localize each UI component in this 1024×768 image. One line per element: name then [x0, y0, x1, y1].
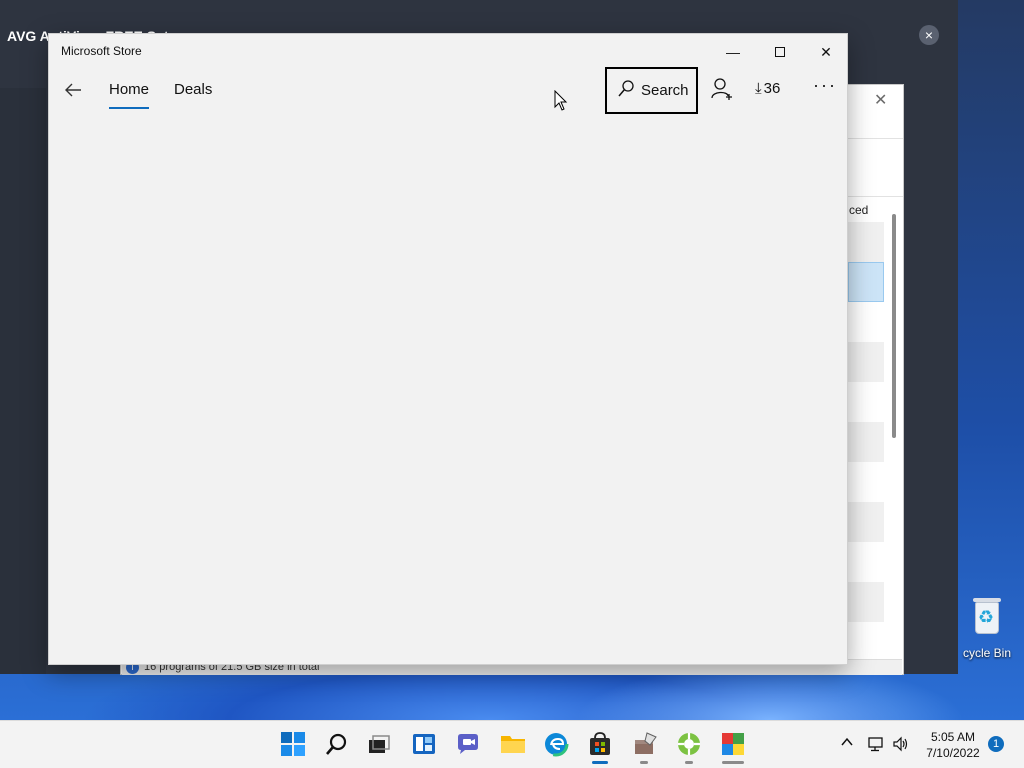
- programs-close-button[interactable]: ✕: [874, 90, 888, 109]
- recycle-bin-shortcut[interactable]: ♻ cycle Bin: [952, 594, 1022, 660]
- search-icon: [326, 733, 347, 755]
- chat-icon: [458, 734, 478, 754]
- file-explorer-button[interactable]: [499, 731, 527, 759]
- list-item[interactable]: [848, 302, 884, 342]
- downloads-button[interactable]: ⤓ 36: [755, 80, 780, 97]
- microsoft-store-window[interactable]: Microsoft Store — ✕ Home Deals Search ⤓ 3…: [48, 33, 848, 665]
- arrow-left-icon: [65, 83, 81, 97]
- scrollbar-thumb[interactable]: [892, 214, 896, 438]
- recycle-bin-label: cycle Bin: [962, 646, 1012, 660]
- task-view-icon: [369, 735, 390, 753]
- search-label: Search: [641, 82, 689, 99]
- column-header-fragment[interactable]: ced: [849, 203, 868, 217]
- chat-button[interactable]: [455, 731, 483, 759]
- close-button[interactable]: ✕: [803, 38, 849, 66]
- widgets-button[interactable]: [411, 731, 439, 759]
- list-item[interactable]: [848, 342, 884, 382]
- widgets-icon: [413, 734, 435, 754]
- list-item[interactable]: [848, 382, 884, 422]
- list-item[interactable]: [848, 542, 884, 582]
- tab-deals[interactable]: Deals: [174, 81, 212, 98]
- active-app-indicator: [592, 761, 608, 764]
- search-icon: [618, 80, 634, 97]
- show-hidden-icons-button[interactable]: [840, 735, 854, 752]
- running-app-indicator: [640, 761, 648, 764]
- avg-side-panel: [0, 88, 46, 674]
- avg-close-button[interactable]: ×: [919, 25, 939, 45]
- list-item[interactable]: [848, 582, 884, 622]
- divider: [848, 138, 903, 139]
- user-add-icon: [711, 78, 732, 100]
- start-button[interactable]: [280, 731, 308, 759]
- setup-button[interactable]: [676, 731, 704, 759]
- recycle-bin-icon: ♻: [969, 594, 1005, 636]
- edge-icon: [543, 731, 569, 757]
- edge-button[interactable]: [543, 731, 571, 759]
- task-view-button[interactable]: [366, 731, 394, 759]
- running-app-indicator: [722, 761, 744, 764]
- taskbar-search-button[interactable]: [324, 731, 352, 759]
- volume-button[interactable]: [892, 735, 910, 758]
- account-button[interactable]: [709, 76, 735, 102]
- avg-taskbar-button[interactable]: [720, 731, 748, 759]
- window-title: Microsoft Store: [61, 44, 142, 58]
- store-bag-icon: [590, 732, 610, 755]
- maximize-button[interactable]: [757, 38, 803, 66]
- clock[interactable]: 5:05 AM 7/10/2022: [918, 729, 988, 761]
- divider: [848, 196, 903, 197]
- network-icon: [868, 737, 883, 752]
- mouse-cursor-icon: [554, 90, 568, 111]
- downloads-count: 36: [763, 80, 781, 97]
- list-item-selected[interactable]: [848, 262, 884, 302]
- folder-icon: [501, 736, 525, 753]
- minimize-button[interactable]: —: [710, 38, 756, 66]
- installer-icon: [635, 732, 657, 754]
- microsoft-store-taskbar-button[interactable]: [586, 731, 614, 759]
- network-button[interactable]: [867, 735, 885, 758]
- list-item[interactable]: [848, 502, 884, 542]
- setup-icon: [678, 733, 700, 755]
- avg-icon: [722, 733, 744, 755]
- back-button[interactable]: [59, 78, 87, 102]
- maximize-icon: [775, 47, 785, 57]
- active-tab-indicator: [109, 107, 149, 109]
- more-options-button[interactable]: ···: [813, 75, 837, 96]
- list-item[interactable]: [848, 222, 884, 262]
- clock-date: 7/10/2022: [926, 746, 980, 760]
- tab-home[interactable]: Home: [109, 81, 149, 98]
- list-item[interactable]: [848, 462, 884, 502]
- search-button[interactable]: Search: [605, 67, 698, 114]
- windows-logo-icon: [281, 732, 305, 756]
- installer-button[interactable]: [632, 731, 660, 759]
- notification-badge[interactable]: 1: [988, 736, 1004, 752]
- list-item[interactable]: [848, 422, 884, 462]
- chevron-up-icon: [841, 737, 853, 746]
- clock-time: 5:05 AM: [930, 730, 976, 744]
- volume-icon: [893, 736, 908, 752]
- download-icon: ⤓: [755, 80, 762, 97]
- running-app-indicator: [685, 761, 693, 764]
